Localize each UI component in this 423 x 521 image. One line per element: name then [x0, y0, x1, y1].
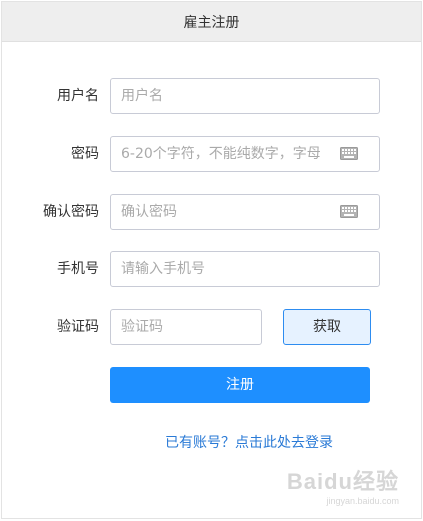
phone-label: 手机号 — [57, 261, 99, 277]
code-label: 验证码 — [57, 319, 99, 335]
password-label: 密码 — [71, 146, 99, 162]
phone-row: 手机号 请输入手机号 — [2, 251, 421, 287]
keyboard-icon[interactable] — [340, 147, 358, 160]
password-row: 密码 6-20个字符，不能纯数字，字母 — [2, 136, 421, 172]
get-code-button[interactable]: 获取 — [283, 309, 371, 345]
watermark-text: Baidu经验 — [286, 469, 399, 494]
confirm-row: 确认密码 确认密码 — [2, 194, 421, 230]
register-panel: 雇主注册 用户名 用户名 密码 6-20个字符，不能纯数字，字母 确认密码 确认… — [1, 1, 422, 519]
keyboard-icon[interactable] — [340, 205, 358, 218]
watermark-sub: jingyan.baidu.com — [326, 496, 399, 506]
watermark: Baidu经验 jingyan.baidu.com — [287, 464, 399, 506]
register-button[interactable]: 注册 — [110, 367, 370, 403]
username-row: 用户名 用户名 — [2, 78, 421, 114]
page-title: 雇主注册 — [2, 2, 421, 42]
login-link[interactable]: 已有账号？点击此处去登录 — [2, 432, 421, 452]
username-label: 用户名 — [57, 88, 99, 104]
confirm-label: 确认密码 — [43, 204, 99, 220]
username-input[interactable]: 用户名 — [110, 78, 380, 114]
phone-input[interactable]: 请输入手机号 — [110, 251, 380, 287]
code-row: 验证码 验证码 获取 — [2, 309, 421, 345]
verification-code-input[interactable]: 验证码 — [110, 309, 262, 345]
